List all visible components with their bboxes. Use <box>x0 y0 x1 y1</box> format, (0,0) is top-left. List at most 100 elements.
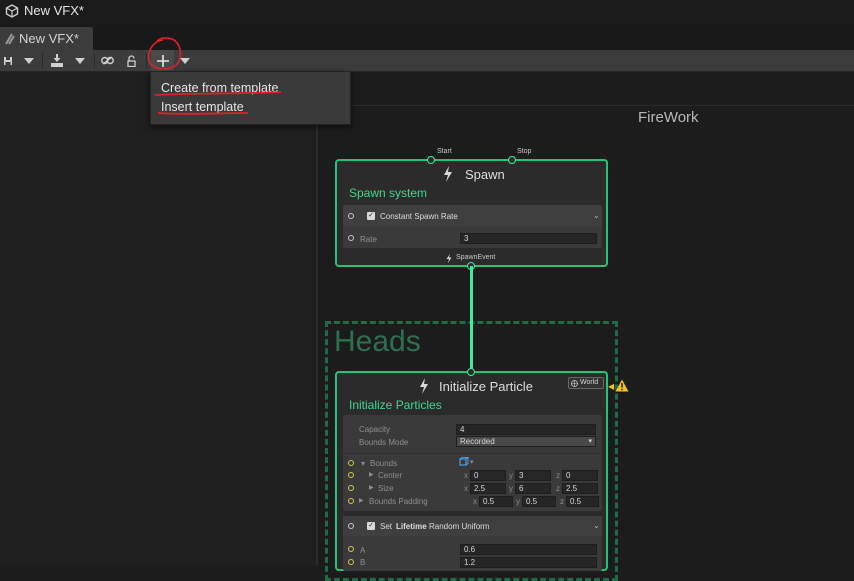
toolbar-separator <box>146 53 147 68</box>
center-z-field[interactable]: 0 <box>562 470 598 481</box>
b-field[interactable]: 1.2 <box>460 557 597 568</box>
export-button[interactable] <box>49 50 65 71</box>
a-field[interactable]: 0.6 <box>460 544 597 555</box>
unity-logo-icon <box>5 4 19 18</box>
initialize-subtitle[interactable]: Initialize Particles <box>349 398 442 412</box>
add-template-button[interactable] <box>151 50 174 71</box>
window-title: New VFX* <box>24 3 84 18</box>
a-label: A <box>360 546 366 555</box>
tab-label: New VFX* <box>19 31 79 46</box>
capacity-field[interactable]: 4 <box>456 424 596 435</box>
initialize-title: Initialize Particle <box>439 379 533 394</box>
center-y-field[interactable]: 3 <box>515 470 551 481</box>
flow-edge[interactable] <box>470 266 473 372</box>
constant-spawn-rate-block[interactable]: ✓ Constant Spawn Rate ⌄ Rate 3 <box>343 205 602 248</box>
bounds-mode-label: Bounds Mode <box>359 438 409 447</box>
caret-down-icon <box>180 57 190 64</box>
lock-button[interactable] <box>124 50 138 71</box>
size-port[interactable] <box>348 485 354 491</box>
spawn-event-label: SpawnEvent <box>456 254 496 261</box>
rate-port[interactable] <box>348 235 354 241</box>
blackboard-panel <box>0 72 316 565</box>
capacity-label: Capacity <box>359 425 391 434</box>
heads-group-title[interactable]: Heads <box>334 325 421 359</box>
initialize-particle-node[interactable]: Initialize Particle World Initialize Par… <box>335 371 608 571</box>
export-dropdown-button[interactable] <box>71 50 89 71</box>
size-y-field[interactable]: 6 <box>515 483 551 494</box>
x-axis-label: x <box>464 484 468 493</box>
space-toggle-button[interactable]: World <box>568 377 604 389</box>
expand-arrow-icon[interactable]: ▶ <box>359 497 364 504</box>
center-x-field[interactable]: 0 <box>470 470 506 481</box>
stop-port-label: Stop <box>517 148 532 155</box>
space-label: World <box>580 379 599 386</box>
globe-icon <box>571 380 578 387</box>
set-label: Set <box>380 522 393 531</box>
padding-port[interactable] <box>348 498 354 504</box>
link-button[interactable] <box>99 50 115 71</box>
lock-icon <box>126 54 136 67</box>
a-port[interactable] <box>348 546 354 552</box>
window-titlebar: New VFX* <box>0 0 854 24</box>
block-enabled-checkbox[interactable]: ✓ <box>367 522 375 530</box>
rate-field[interactable]: 3 <box>460 233 597 244</box>
link-icon <box>100 56 114 65</box>
save-button[interactable] <box>1 50 14 71</box>
start-port-label: Start <box>437 148 452 155</box>
template-dropdown-menu: Create from template Insert template <box>150 71 351 125</box>
size-z-field[interactable]: 2.5 <box>562 483 598 494</box>
caret-down-icon: ▾ <box>588 438 592 445</box>
padding-y-field[interactable]: 0.5 <box>522 496 556 507</box>
block-activation-port[interactable] <box>348 213 354 219</box>
padding-x-field[interactable]: 0.5 <box>479 496 513 507</box>
spawn-context-node[interactable]: Spawn Spawn system ✓ Constant Spawn Rate… <box>335 159 608 267</box>
y-axis-label: y <box>509 471 513 480</box>
padding-z-field[interactable]: 0.5 <box>566 496 599 507</box>
y-axis-label: y <box>509 484 513 493</box>
initialize-input-port[interactable] <box>467 368 475 376</box>
block-activation-port[interactable] <box>348 523 354 529</box>
z-axis-label: z <box>556 471 560 480</box>
menu-item-insert-template[interactable]: Insert template <box>161 100 244 114</box>
expand-arrow-icon[interactable]: ▶ <box>369 471 374 478</box>
bounds-mode-dropdown[interactable]: Recorded ▾ <box>456 436 596 447</box>
spawn-subtitle[interactable]: Spawn system <box>349 186 427 200</box>
vfx-graph-icon <box>5 33 15 45</box>
start-input-port[interactable] <box>427 156 435 164</box>
tab-strip: New VFX* <box>0 24 854 50</box>
center-label: Center <box>378 471 403 480</box>
graph-toolbar <box>0 50 854 72</box>
expand-arrow-icon[interactable]: ▶ <box>369 484 374 491</box>
expand-arrow-icon[interactable]: ▾ <box>361 459 365 468</box>
bounds-label: Bounds <box>370 459 398 468</box>
size-label: Size <box>378 484 394 493</box>
center-port[interactable] <box>348 472 354 478</box>
set-lifetime-block[interactable]: ✓ Set Lifetime Random Uniform ⌄ A 0.6 B … <box>343 516 602 571</box>
tab-new-vfx[interactable]: New VFX* <box>0 27 93 50</box>
save-dropdown-button[interactable] <box>20 50 38 71</box>
download-icon <box>51 54 63 67</box>
plus-icon <box>156 54 169 67</box>
bounds-port[interactable] <box>348 460 354 466</box>
chevron-down-icon[interactable]: ⌄ <box>593 211 600 220</box>
warning-icon[interactable] <box>615 379 629 392</box>
menu-item-create-from-template[interactable]: Create from template <box>161 81 278 95</box>
add-template-dropdown-button[interactable] <box>177 50 193 71</box>
lightning-icon <box>420 378 428 394</box>
b-port[interactable] <box>348 559 354 565</box>
section-divider <box>343 453 602 454</box>
caret-down-icon <box>75 57 85 64</box>
toolbar-separator <box>42 53 43 68</box>
stop-input-port[interactable] <box>508 156 516 164</box>
chevron-down-icon[interactable]: ⌄ <box>593 521 600 530</box>
system-frame-border <box>316 122 318 565</box>
block-enabled-checkbox[interactable]: ✓ <box>367 212 375 220</box>
space-caret-icon[interactable]: ▾ <box>470 458 474 466</box>
bounds-mode-value: Recorded <box>460 437 495 446</box>
size-x-field[interactable]: 2.5 <box>470 483 506 494</box>
system-name[interactable]: FireWork <box>638 109 699 126</box>
bounds-padding-label: Bounds Padding <box>369 497 428 506</box>
random-mode-label: Random Uniform <box>429 522 490 531</box>
system-header-divider <box>318 105 854 106</box>
x-axis-label: x <box>464 471 468 480</box>
